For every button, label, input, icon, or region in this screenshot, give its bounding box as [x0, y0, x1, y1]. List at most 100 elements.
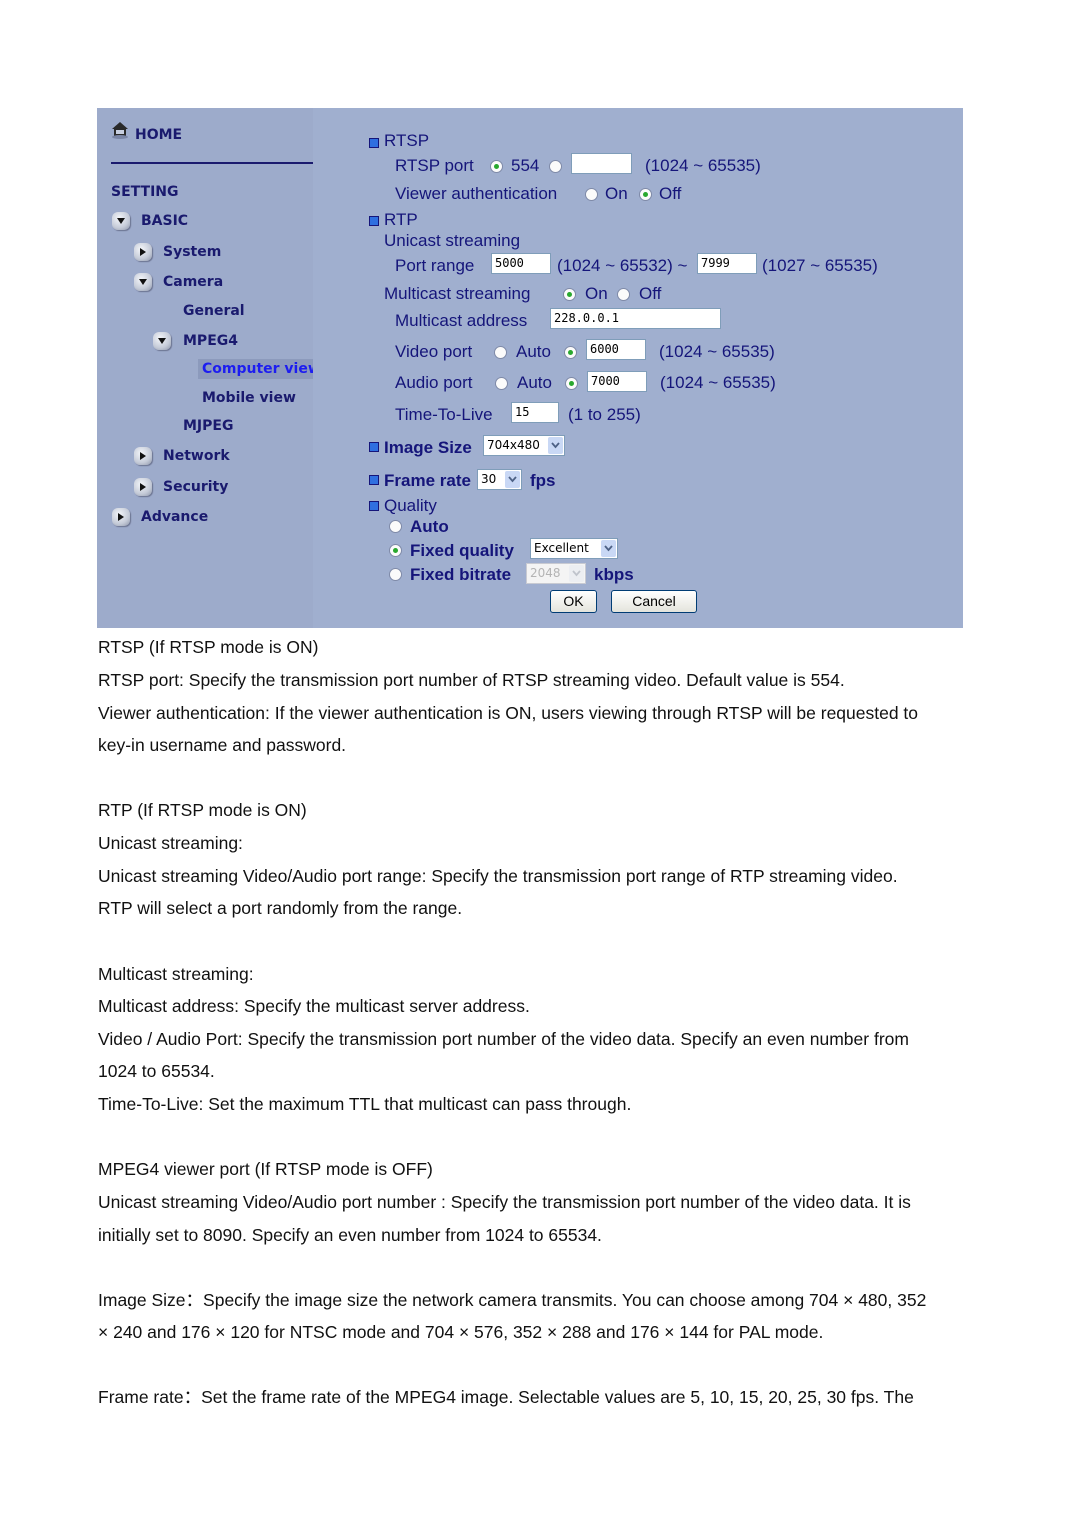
- sidebar-item-advance[interactable]: Advance: [141, 509, 208, 525]
- video-port-label: Video port: [395, 342, 473, 361]
- multicast-address-input[interactable]: 228.0.0.1: [550, 308, 721, 329]
- doc-line: key-in username and password.: [98, 735, 347, 755]
- chevron-right-icon[interactable]: [134, 447, 152, 465]
- port-range-from-input[interactable]: 5000: [491, 253, 551, 274]
- fixed-quality-label: Fixed quality: [410, 541, 514, 560]
- camera-settings-screenshot: HOME SETTING BASIC System Camera General…: [97, 108, 963, 628]
- rtsp-port-input[interactable]: [571, 153, 632, 174]
- audio-port-input[interactable]: 7000: [587, 371, 647, 392]
- doc-line: initially set to 8090. Specify an even n…: [98, 1225, 602, 1245]
- audio-port-range: (1024 ~ 65535): [660, 373, 776, 392]
- video-port-auto-radio[interactable]: [494, 346, 507, 359]
- ttl-label: Time-To-Live: [395, 405, 493, 424]
- viewer-auth-off-radio[interactable]: [639, 188, 652, 201]
- bitrate-unit: kbps: [594, 565, 634, 584]
- audio-port-auto-radio[interactable]: [495, 377, 508, 390]
- sidebar-section-setting: SETTING: [111, 184, 179, 200]
- rtsp-port-range: (1024 ~ 65535): [645, 156, 761, 175]
- sidebar-item-basic[interactable]: BASIC: [141, 213, 188, 229]
- doc-line: Multicast streaming:: [98, 964, 254, 984]
- sidebar-item-computer-view[interactable]: Computer view: [198, 359, 313, 379]
- multicast-off-radio[interactable]: [617, 288, 630, 301]
- cancel-button[interactable]: Cancel: [611, 590, 697, 613]
- doc-line: Time-To-Live: Set the maximum TTL that m…: [98, 1094, 632, 1114]
- doc-line: RTSP (If RTSP mode is ON): [98, 637, 319, 657]
- doc-line: MPEG4 viewer port (If RTSP mode is OFF): [98, 1159, 433, 1179]
- rtsp-port-default-label: 554: [511, 156, 540, 175]
- sidebar-nav: HOME SETTING BASIC System Camera General…: [97, 108, 313, 628]
- doc-line: RTP will select a port randomly from the…: [98, 898, 463, 918]
- sidebar-item-system[interactable]: System: [163, 244, 221, 260]
- quality-auto-radio[interactable]: [389, 520, 402, 533]
- section-bullet-icon: [369, 442, 379, 452]
- frame-rate-label: Frame rate: [384, 471, 471, 490]
- audio-port-label: Audio port: [395, 373, 473, 392]
- video-port-auto-label: Auto: [516, 342, 551, 361]
- divider: [111, 162, 313, 164]
- doc-line: RTSP port: Specify the transmission port…: [98, 670, 845, 690]
- section-bullet-icon: [369, 138, 379, 148]
- sidebar-item-security[interactable]: Security: [163, 479, 228, 495]
- sidebar-item-mjpeg[interactable]: MJPEG: [183, 418, 233, 434]
- chevron-right-icon[interactable]: [134, 243, 152, 261]
- multicast-address-label: Multicast address: [395, 311, 528, 330]
- sidebar-item-home[interactable]: HOME: [135, 127, 182, 143]
- chevron-down-icon: [505, 471, 520, 488]
- ok-button[interactable]: OK: [550, 590, 597, 613]
- video-port-range: (1024 ~ 65535): [659, 342, 775, 361]
- rtsp-port-custom-radio[interactable]: [549, 160, 562, 173]
- port-range-label: Port range: [395, 256, 475, 275]
- multicast-on-label: On: [585, 284, 608, 303]
- sidebar-item-network[interactable]: Network: [163, 448, 230, 464]
- multicast-on-radio[interactable]: [563, 288, 576, 301]
- doc-line: Unicast streaming Video/Audio port range…: [98, 866, 898, 886]
- chevron-right-icon[interactable]: [134, 478, 152, 496]
- doc-line: Image Size：Specify the image size the ne…: [98, 1290, 927, 1310]
- doc-line: Video / Audio Port: Specify the transmis…: [98, 1029, 909, 1049]
- viewer-auth-off-label: Off: [659, 184, 682, 203]
- ttl-range: (1 to 255): [568, 405, 641, 424]
- fixed-quality-select[interactable]: Excellent: [530, 538, 618, 559]
- rtp-section-title: RTP: [384, 210, 418, 229]
- chevron-right-icon[interactable]: [112, 508, 130, 526]
- fixed-quality-radio[interactable]: [389, 544, 402, 557]
- rtsp-port-default-radio[interactable]: [490, 160, 503, 173]
- sidebar-item-camera[interactable]: Camera: [163, 274, 223, 290]
- chevron-down-icon[interactable]: [153, 332, 171, 350]
- ttl-input[interactable]: 15: [511, 402, 559, 423]
- sidebar-item-general[interactable]: General: [183, 303, 245, 319]
- audio-port-custom-radio[interactable]: [565, 377, 578, 390]
- doc-line: 1024 to 65534.: [98, 1061, 215, 1081]
- home-icon: [112, 122, 128, 139]
- doc-line: Multicast address: Specify the multicast…: [98, 996, 530, 1016]
- doc-line: Unicast streaming:: [98, 833, 243, 853]
- fixed-bitrate-select[interactable]: 2048: [526, 563, 586, 584]
- image-size-select[interactable]: 704x480: [483, 435, 565, 456]
- port-range-to-input[interactable]: 7999: [697, 253, 757, 274]
- section-bullet-icon: [369, 501, 379, 511]
- section-bullet-icon: [369, 475, 379, 485]
- video-port-input[interactable]: 6000: [586, 339, 646, 360]
- quality-auto-label: Auto: [410, 517, 449, 536]
- sidebar-item-mpeg4[interactable]: MPEG4: [183, 333, 238, 349]
- doc-line: Unicast streaming Video/Audio port numbe…: [98, 1192, 911, 1212]
- image-size-label: Image Size: [384, 438, 472, 457]
- chevron-down-icon: [569, 565, 584, 582]
- viewer-auth-on-radio[interactable]: [585, 188, 598, 201]
- fixed-bitrate-value: 2048: [530, 566, 561, 580]
- video-port-custom-radio[interactable]: [564, 346, 577, 359]
- frame-rate-select[interactable]: 30: [477, 469, 522, 490]
- chevron-down-icon[interactable]: [134, 273, 152, 291]
- quality-section-title: Quality: [384, 496, 437, 515]
- fixed-bitrate-label: Fixed bitrate: [410, 565, 512, 584]
- fixed-bitrate-radio[interactable]: [389, 568, 402, 581]
- frame-rate-value: 30: [481, 472, 497, 486]
- fixed-quality-value: Excellent: [534, 541, 589, 555]
- chevron-down-icon[interactable]: [112, 212, 130, 230]
- doc-line: Frame rate：Set the frame rate of the MPE…: [98, 1387, 914, 1407]
- sidebar-item-mobile-view[interactable]: Mobile view: [202, 390, 296, 406]
- viewer-auth-on-label: On: [605, 184, 628, 203]
- rtsp-port-label: RTSP port: [395, 156, 474, 175]
- port-range-to-hint: (1027 ~ 65535): [762, 256, 878, 275]
- audio-port-auto-label: Auto: [517, 373, 552, 392]
